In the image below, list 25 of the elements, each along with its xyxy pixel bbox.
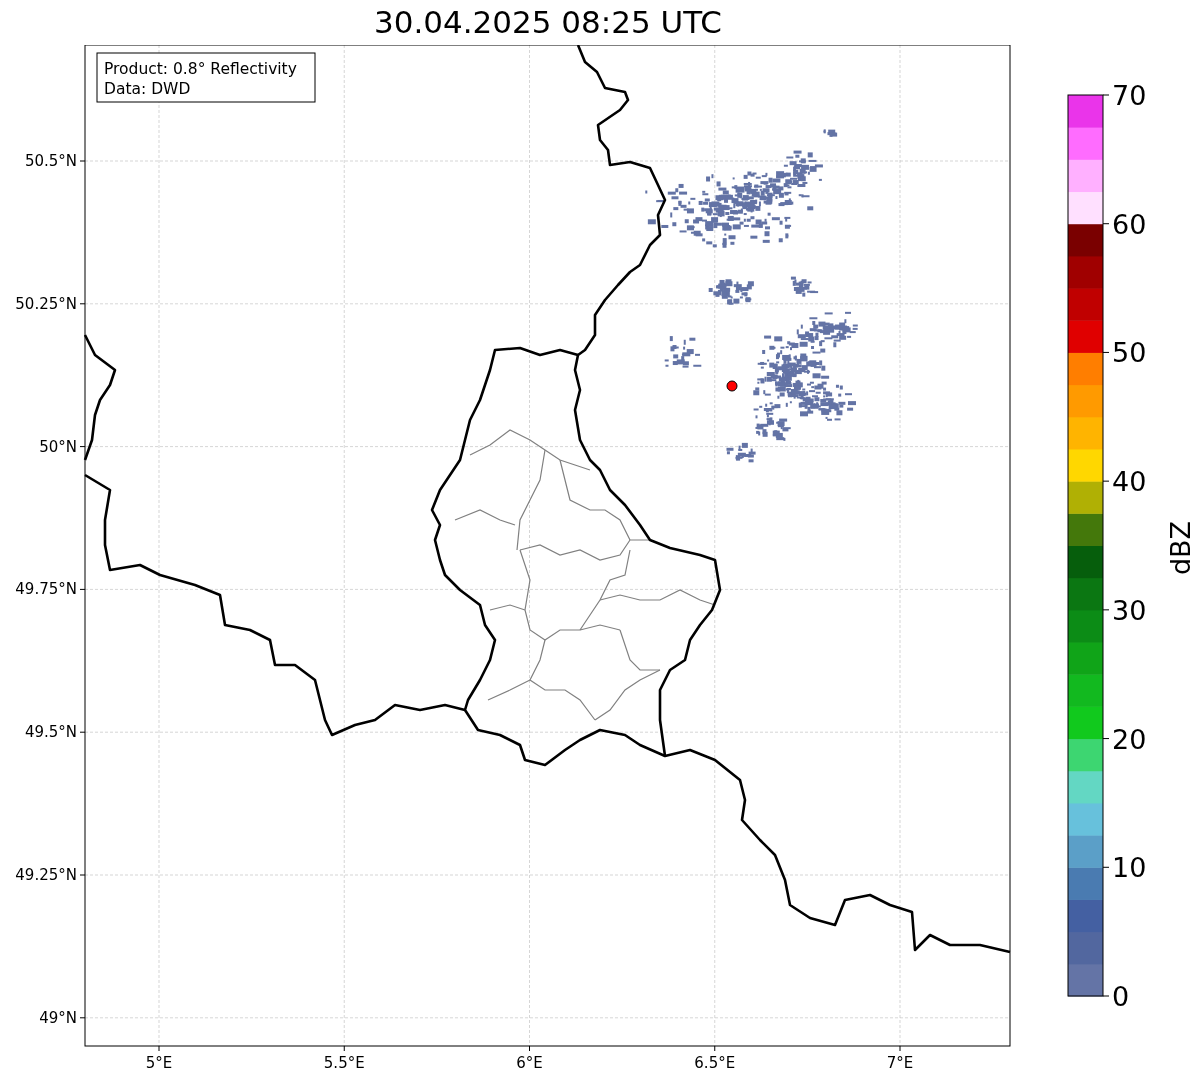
y-tick-label: 50.25°N [15,294,77,313]
y-tick-label: 50.5°N [24,152,77,170]
colorbar-tick-label: 20 [1112,723,1147,755]
annotation-text: Data: DWD [104,80,191,98]
chart-title: 30.04.2025 08:25 UTC [374,7,722,38]
y-tick-label: 49.75°N [15,580,77,599]
colorbar-tick-label: 0 [1112,981,1130,1012]
y-tick-label: 49°N [39,1008,77,1027]
colorbar-label: dBZ [1165,520,1196,576]
colorbar-tick-label: 30 [1112,594,1147,626]
y-tick-label: 50°N [39,437,77,456]
colorbar-tick-label: 50 [1112,337,1147,369]
x-tick-label: 7°E [886,1054,914,1072]
colorbar-tick-label: 60 [1112,208,1147,240]
colorbar-tick-label: 10 [1112,852,1147,884]
x-tick-label: 5.5°E [323,1054,365,1072]
x-tick-label: 6°E [516,1054,543,1072]
colorbar-tick-label: 70 [1112,80,1147,111]
colorbar-tick-label: 40 [1112,466,1147,498]
y-tick-label: 49.25°N [15,866,77,884]
radar-site-marker [726,380,738,392]
x-tick-label: 5°E [145,1054,173,1072]
annotation-text: Product: 0.8° Reflectivity [104,60,297,78]
x-tick-label: 6.5°E [694,1054,736,1072]
y-tick-label: 49.5°N [24,723,77,742]
